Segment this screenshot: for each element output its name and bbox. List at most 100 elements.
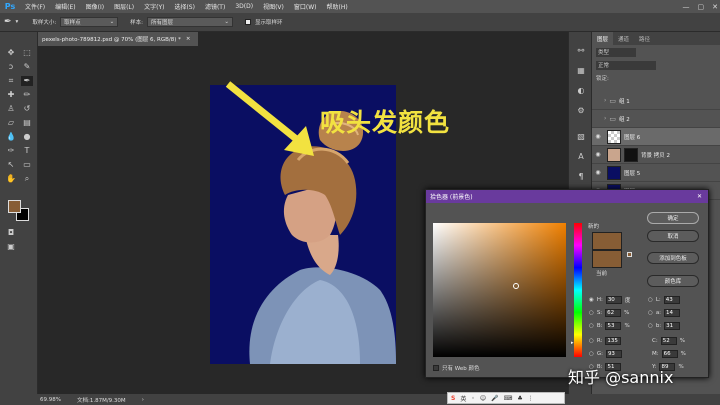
brightness-field[interactable]: ○ B: 53% xyxy=(589,322,630,330)
hue-slider[interactable]: ▸ xyxy=(571,223,582,357)
saturation-field[interactable]: ○ S: 62% xyxy=(589,309,629,317)
document-tab[interactable]: pexels-photo-789812.psd @ 70% (图层 6, RGB… xyxy=(38,32,198,46)
minimize-button[interactable]: — xyxy=(683,3,690,11)
stamp-tool-icon[interactable]: ♙ xyxy=(5,104,17,114)
radio-selected-icon[interactable]: ◉ xyxy=(589,297,594,303)
menu-window[interactable]: 窗口(W) xyxy=(289,2,322,11)
saturation-input[interactable]: 62 xyxy=(605,309,622,317)
brightness-input[interactable]: 53 xyxy=(605,322,622,330)
screen-mode-icon[interactable]: ▣ xyxy=(5,242,17,252)
lab-a-field[interactable]: ○ a: 14 xyxy=(648,309,681,317)
close-button[interactable]: ✕ xyxy=(712,3,718,11)
web-colors-checkbox[interactable] xyxy=(433,365,439,371)
layer-row-group-2[interactable]: › ▭ 组 2 xyxy=(592,110,720,128)
lab-b-field[interactable]: ○ b: 31 xyxy=(648,322,681,330)
layer-row-background-copy-2[interactable]: ◉ 背景 拷贝 2 xyxy=(592,146,720,164)
menu-filter[interactable]: 滤镜(T) xyxy=(200,2,230,11)
pen-tool-icon[interactable]: ✑ xyxy=(5,146,17,156)
quick-mask-icon[interactable]: ◘ xyxy=(5,228,17,238)
quick-select-tool-icon[interactable]: ✎ xyxy=(21,62,33,72)
text-tool-icon[interactable]: T xyxy=(21,146,33,156)
color-libraries-button[interactable]: 颜色库 xyxy=(647,275,699,287)
marquee-tool-icon[interactable]: ⬚ xyxy=(21,48,33,58)
tab-layers[interactable]: 图层 xyxy=(592,32,614,45)
radio-icon[interactable]: ○ xyxy=(648,323,653,329)
cancel-button[interactable]: 取消 xyxy=(647,230,699,242)
zoom-tool-icon[interactable]: ⌕ xyxy=(21,174,33,184)
adjustments-panel-icon[interactable]: ◐ xyxy=(575,86,587,96)
eye-icon[interactable]: ◉ xyxy=(592,151,604,158)
history-panel-icon[interactable]: ⚯ xyxy=(575,46,587,56)
current-color-swatch[interactable] xyxy=(592,250,622,268)
green-input[interactable]: 93 xyxy=(605,350,622,358)
hand-tool-icon[interactable]: ✋ xyxy=(5,174,17,184)
red-input[interactable]: 135 xyxy=(605,337,622,345)
gradient-tool-icon[interactable]: ▤ xyxy=(21,118,33,128)
eye-icon[interactable]: ◉ xyxy=(592,133,604,140)
sample-select[interactable]: 所有图层 ⌄ xyxy=(147,17,234,27)
radio-icon[interactable]: ○ xyxy=(648,297,653,303)
magenta-field[interactable]: M: 66% xyxy=(652,350,686,358)
hue-input[interactable]: 30 xyxy=(605,296,622,304)
ok-button[interactable]: 确定 xyxy=(647,212,699,224)
layer-filter-select[interactable]: 类型 xyxy=(596,48,636,57)
lasso-tool-icon[interactable]: ↄ xyxy=(5,62,17,72)
punctuation-icon[interactable]: ◦ xyxy=(471,395,475,402)
eyedropper-icon[interactable]: ✒ xyxy=(4,17,12,27)
swatches-panel-icon[interactable]: ▧ xyxy=(575,132,587,142)
menu-3d[interactable]: 3D(D) xyxy=(230,3,258,10)
radio-icon[interactable]: ○ xyxy=(589,338,594,344)
menu-edit[interactable]: 编辑(E) xyxy=(50,2,80,11)
dodge-tool-icon[interactable]: ● xyxy=(21,132,33,142)
microphone-icon[interactable]: 🎤 xyxy=(491,395,498,402)
foreground-color-swatch[interactable] xyxy=(8,200,21,213)
dialog-title-bar[interactable]: 拾色器 (前景色) ✕ xyxy=(426,190,708,203)
tab-paths[interactable]: 路径 xyxy=(634,32,655,45)
tool-preset-chevron-icon[interactable]: ▾ xyxy=(16,19,19,25)
hue-field[interactable]: ◉ H: 30 度 xyxy=(589,296,630,304)
maximize-button[interactable]: ▢ xyxy=(698,3,705,11)
styles-panel-icon[interactable]: ⚙ xyxy=(575,106,587,116)
lab-a-input[interactable]: 14 xyxy=(664,309,681,317)
menu-help[interactable]: 帮助(H) xyxy=(322,2,353,11)
web-colors-only-option[interactable]: 只有 Web 颜色 xyxy=(433,364,480,372)
keyboard-icon[interactable]: ⌨ xyxy=(504,395,513,402)
eraser-tool-icon[interactable]: ▱ xyxy=(5,118,17,128)
ime-language-toggle[interactable]: 英 xyxy=(460,394,466,403)
layer-row-layer-6[interactable]: ◉ 图层 6 xyxy=(592,128,720,146)
menu-view[interactable]: 视图(V) xyxy=(258,2,289,11)
paragraph-panel-icon[interactable]: ¶ xyxy=(575,172,587,182)
menu-image[interactable]: 图像(I) xyxy=(81,2,109,11)
cyan-input[interactable]: 52 xyxy=(660,337,677,345)
eyedropper-tool-icon[interactable]: ✒ xyxy=(21,76,33,86)
history-brush-tool-icon[interactable]: ↺ xyxy=(21,104,33,114)
shape-tool-icon[interactable]: ▭ xyxy=(21,160,33,170)
menu-file[interactable]: 文件(F) xyxy=(20,2,50,11)
zoom-level[interactable]: 69.98% xyxy=(40,397,61,403)
crop-tool-icon[interactable]: ⌗ xyxy=(5,76,17,86)
radio-icon[interactable]: ○ xyxy=(589,351,594,357)
sample-size-select[interactable]: 取样点 ⌄ xyxy=(60,17,119,27)
brush-tool-icon[interactable]: ✏ xyxy=(21,90,33,100)
lab-l-input[interactable]: 43 xyxy=(663,296,680,304)
layer-row-layer-5[interactable]: ◉ 图层 5 xyxy=(592,164,720,182)
move-tool-icon[interactable]: ✥ xyxy=(5,48,17,58)
properties-panel-icon[interactable]: ▦ xyxy=(575,66,587,76)
character-panel-icon[interactable]: A xyxy=(575,152,587,162)
add-to-swatches-button[interactable]: 添加到色板 xyxy=(647,252,699,264)
emoji-icon[interactable]: ☺ xyxy=(480,395,486,402)
eye-icon[interactable]: ◉ xyxy=(592,169,604,176)
grid-menu-icon[interactable]: ⋮ xyxy=(528,395,534,402)
skin-icon[interactable]: ♣ xyxy=(517,395,522,402)
red-field[interactable]: ○ R: 135 xyxy=(589,337,622,345)
menu-type[interactable]: 文字(Y) xyxy=(139,2,169,11)
lab-b-input[interactable]: 31 xyxy=(664,322,681,330)
blur-tool-icon[interactable]: 💧 xyxy=(5,132,17,142)
healing-tool-icon[interactable]: ✚ xyxy=(5,90,17,100)
green-field[interactable]: ○ G: 93 xyxy=(589,350,622,358)
close-tab-icon[interactable]: × xyxy=(186,36,191,42)
show-ring-checkbox[interactable] xyxy=(245,19,252,25)
color-field[interactable] xyxy=(433,223,566,357)
radio-icon[interactable]: ○ xyxy=(648,310,653,316)
cyan-field[interactable]: C: 52% xyxy=(652,337,685,345)
